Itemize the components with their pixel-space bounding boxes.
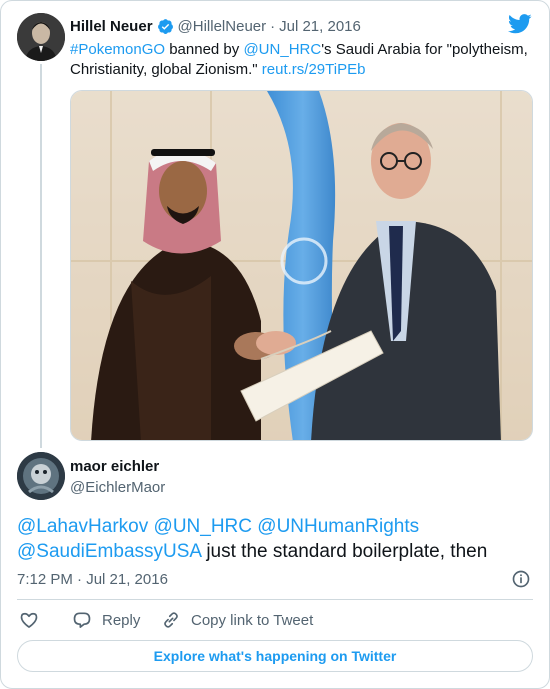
mention-link[interactable]: @UNHumanRights: [257, 516, 419, 537]
reply-button[interactable]: Reply: [72, 609, 140, 631]
author-handle[interactable]: @HillelNeuer: [178, 18, 267, 35]
twitter-bird-icon[interactable]: [508, 14, 532, 34]
reply-timestamp[interactable]: 7:12 PM · Jul 21, 2016: [17, 571, 168, 588]
explore-twitter-button[interactable]: Explore what's happening on Twitter: [17, 640, 533, 672]
avatar-maor-eichler[interactable]: [17, 452, 65, 500]
reply-author-handle[interactable]: @EichlerMaor: [70, 479, 165, 496]
copy-link-label: Copy link to Tweet: [191, 611, 314, 629]
copy-link-button[interactable]: Copy link to Tweet: [161, 609, 313, 631]
tweet-photo[interactable]: [70, 90, 533, 441]
reply-author-name[interactable]: maor eichler: [70, 458, 159, 475]
tweet-date[interactable]: Jul 21, 2016: [279, 18, 361, 35]
mention-link[interactable]: @LahavHarkov: [17, 516, 148, 537]
profile-photo-icon: [17, 13, 65, 61]
reply-body: @LahavHarkov @UN_HRC @UNHumanRights @Sau…: [17, 514, 537, 564]
link-chain-icon: [164, 612, 178, 628]
hashtag-link[interactable]: #PokemonGO: [70, 41, 165, 58]
profile-photo-icon: [17, 452, 65, 500]
separator-dot: ·: [270, 17, 276, 35]
avatar-hillel-neuer[interactable]: [17, 13, 65, 61]
heart-icon: [20, 612, 38, 628]
reply-label: Reply: [102, 611, 141, 629]
mention-link[interactable]: @UN_HRC: [243, 41, 321, 58]
photo-handshake-image: [71, 91, 532, 440]
mention-link[interactable]: @SaudiEmbassyUSA: [17, 541, 201, 562]
reply-bubble-icon: [73, 612, 91, 628]
reply-text-segment: just the standard boilerplate, then: [201, 541, 488, 562]
mention-link[interactable]: @UN_HRC: [154, 516, 252, 537]
tweet-header: Hillel Neuer @HillelNeuer · Jul 21, 2016: [70, 15, 361, 37]
author-name[interactable]: Hillel Neuer: [70, 18, 153, 35]
like-button[interactable]: [19, 609, 49, 631]
divider: [17, 599, 533, 600]
tweet-text-segment: banned by: [165, 41, 244, 58]
thread-connector-line: [40, 64, 42, 448]
url-link[interactable]: reut.rs/29TiPEb: [262, 61, 366, 78]
info-icon[interactable]: [511, 569, 531, 589]
verified-badge-icon: [157, 18, 173, 34]
tweet-body: #PokemonGO banned by @UN_HRC's Saudi Ara…: [70, 40, 535, 80]
